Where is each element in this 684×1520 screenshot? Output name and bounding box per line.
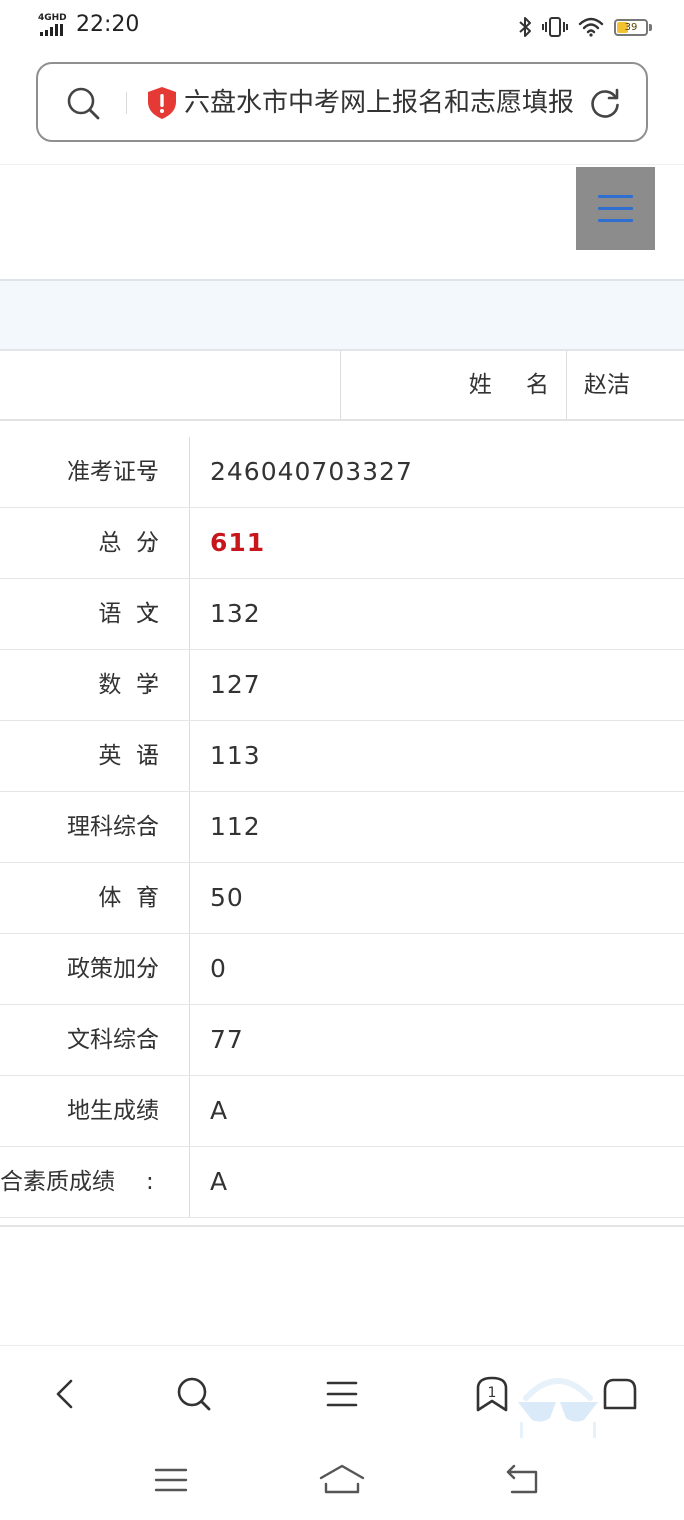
score-value: 0 [210,954,227,983]
score-label: 总 分 [0,508,190,578]
battery-level: 39 [624,21,638,33]
score-colon: : [146,1169,154,1195]
score-table: 准考证号 : 246040703327 总 分 : 611 语 文 : 132 … [0,437,684,1218]
score-colon: : [146,743,154,769]
score-value: 112 [210,812,261,841]
score-value: 127 [210,670,261,699]
score-row-science: 理科综合 : 112 [0,792,684,863]
tab-count: 1 [488,1385,497,1401]
score-label: 数 学 [0,650,190,720]
score-label: 地生成绩 [0,1076,190,1146]
menu-icon[interactable] [322,1374,362,1414]
score-row-overall-quality: 合素质成绩 : A [0,1147,684,1218]
score-colon: : [146,530,154,556]
name-row: 姓 名 赵洁 [0,351,684,419]
score-value: 77 [210,1025,244,1054]
recent-apps-icon[interactable] [154,1462,188,1496]
score-label: 准考证号 [0,437,190,507]
bluetooth-icon [519,17,531,37]
score-colon: : [146,956,154,982]
system-navigation-bar [0,1440,684,1520]
battery-icon: 39 [614,18,652,36]
score-row-geo-bio: 地生成绩 : A [0,1076,684,1147]
system-back-icon[interactable] [504,1462,540,1496]
score-row-policy-bonus: 政策加分 : 0 [0,934,684,1005]
score-colon: : [146,885,154,911]
score-value: 132 [210,599,261,628]
tabs-icon[interactable]: 1 [472,1374,512,1414]
hamburger-menu-button[interactable] [576,167,655,250]
watermark-icon [518,1378,598,1438]
score-row-exam-number: 准考证号 : 246040703327 [0,437,684,508]
score-label: 文科综合 [0,1005,190,1075]
status-time: 22:20 [76,12,140,37]
name-row-border [0,419,684,421]
score-colon: : [146,1027,154,1053]
score-row-chinese: 语 文 : 132 [0,579,684,650]
status-bar: 4GHD 22:20 39 [0,0,684,52]
score-value: A [210,1096,229,1125]
name-label: 姓 名 [341,351,567,419]
page-top-border [0,164,684,165]
section-band [0,281,684,349]
score-colon: : [146,1098,154,1124]
score-colon: : [146,672,154,698]
score-colon: : [146,459,154,485]
score-colon: : [146,601,154,627]
wifi-icon [578,17,604,37]
name-row-empty-cell [0,351,341,419]
score-label: 政策加分 [0,934,190,1004]
score-colon: : [146,814,154,840]
score-label: 理科综合 [0,792,190,862]
address-divider [126,92,127,114]
home-icon[interactable] [600,1374,640,1414]
score-value: 113 [210,741,261,770]
address-bar[interactable]: 六盘水市中考网上报名和志愿填报 [36,62,648,142]
score-label: 英 语 [0,721,190,791]
score-label: 语 文 [0,579,190,649]
network-type: 4GHD [38,13,67,23]
score-row-math: 数 学 : 127 [0,650,684,721]
search-icon[interactable] [174,1374,214,1414]
vibrate-icon [542,17,568,37]
score-value: 246040703327 [210,457,413,486]
score-value: A [210,1167,229,1196]
search-icon[interactable] [66,86,102,122]
hamburger-menu-icon [598,195,633,198]
signal-icon [40,24,63,36]
score-label: 合素质成绩 [0,1147,190,1217]
score-row-liberal-arts: 文科综合 : 77 [0,1005,684,1076]
page-title-url[interactable]: 六盘水市中考网上报名和志愿填报 [184,86,574,120]
status-icons: 39 [518,14,652,40]
system-home-icon[interactable] [318,1462,366,1496]
name-value: 赵洁 [584,372,630,398]
score-value: 50 [210,883,244,912]
total-score-value: 611 [210,528,266,557]
score-label: 体 育 [0,863,190,933]
table-bottom-border [0,1225,684,1227]
back-icon[interactable] [46,1374,86,1414]
score-row-total: 总 分 : 611 [0,508,684,579]
score-row-english: 英 语 : 113 [0,721,684,792]
score-row-pe: 体 育 : 50 [0,863,684,934]
shield-icon[interactable] [146,86,178,120]
reload-icon[interactable] [588,86,622,120]
